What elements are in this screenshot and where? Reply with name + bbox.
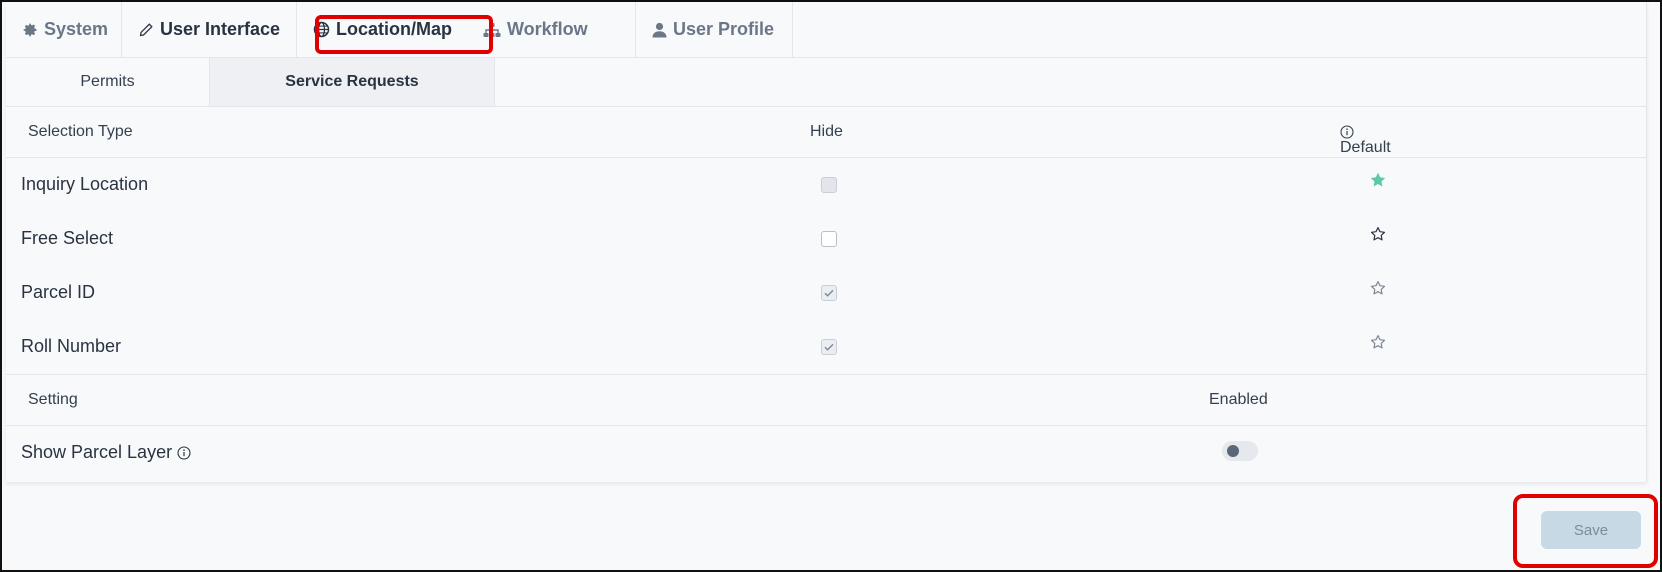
tab-user-interface[interactable]: User Interface (122, 2, 297, 57)
row-label: Free Select (21, 228, 114, 248)
default-star-empty-icon[interactable] (1370, 334, 1386, 350)
selection-row-parcel-id: Parcel ID (6, 266, 1646, 320)
default-star-filled-icon[interactable] (1370, 172, 1386, 188)
info-icon[interactable] (177, 446, 191, 460)
tab-system[interactable]: System (6, 2, 122, 57)
tab-service-requests[interactable]: Service Requests (209, 58, 495, 106)
tab-user-interface-label: User Interface (160, 19, 281, 39)
sitemap-icon (483, 22, 501, 37)
row-label: Inquiry Location (21, 174, 149, 194)
header-default-wrap: Default (1340, 123, 1391, 156)
tab-user-profile[interactable]: User Profile (636, 2, 793, 57)
user-icon (652, 22, 667, 37)
tab-user-profile-label: User Profile (673, 19, 775, 39)
tab-workflow[interactable]: Workflow (467, 2, 636, 57)
tab-workflow-label: Workflow (507, 19, 588, 39)
check-icon (824, 343, 834, 351)
settings-window: System User Interface Location/Map Workf… (0, 0, 1662, 572)
sub-tab-bar: Permits Service Requests (6, 58, 1646, 107)
setting-row-show-parcel-layer: Show Parcel Layer (6, 426, 1646, 480)
hide-checkbox[interactable] (821, 339, 837, 355)
tab-location-map-label: Location/Map (336, 19, 452, 39)
selection-row-free-select: Free Select (6, 212, 1646, 266)
selection-row-roll-number: Roll Number (6, 320, 1646, 374)
row-label: Roll Number (21, 336, 122, 356)
default-star-empty-icon[interactable] (1370, 280, 1386, 296)
tab-location-map[interactable]: Location/Map (297, 2, 467, 57)
tab-system-label: System (44, 19, 109, 39)
hide-checkbox[interactable] (821, 231, 837, 247)
header-setting: Setting (28, 391, 78, 408)
pencil-icon (139, 22, 153, 36)
info-icon[interactable] (1340, 125, 1354, 139)
settings-table-header: Setting Enabled (6, 375, 1646, 426)
gear-icon (23, 23, 37, 36)
header-enabled: Enabled (1209, 391, 1268, 408)
tab-service-requests-label: Service Requests (285, 73, 419, 90)
hide-checkbox[interactable] (821, 177, 837, 193)
toggle-knob (1227, 445, 1239, 457)
row-label: Show Parcel Layer (21, 442, 173, 462)
save-button[interactable]: Save (1541, 511, 1641, 549)
hide-checkbox[interactable] (821, 285, 837, 301)
check-icon (824, 289, 834, 297)
selection-row-inquiry-location: Inquiry Location (6, 158, 1646, 212)
settings-panel: System User Interface Location/Map Workf… (6, 2, 1647, 482)
row-label: Parcel ID (21, 282, 96, 302)
tab-permits[interactable]: Permits (6, 58, 209, 106)
setting-label-wrap: Show Parcel Layer (21, 442, 191, 463)
header-selection-type: Selection Type (28, 123, 133, 140)
top-tab-bar: System User Interface Location/Map Workf… (6, 2, 1646, 58)
globe-icon (313, 21, 330, 38)
selection-table-header: Selection Type Hide Default (6, 107, 1646, 158)
default-star-empty-icon[interactable] (1370, 226, 1386, 242)
header-hide: Hide (810, 123, 843, 140)
tab-permits-label: Permits (80, 73, 135, 90)
header-default: Default (1340, 139, 1391, 156)
show-parcel-layer-toggle[interactable] (1222, 441, 1258, 461)
